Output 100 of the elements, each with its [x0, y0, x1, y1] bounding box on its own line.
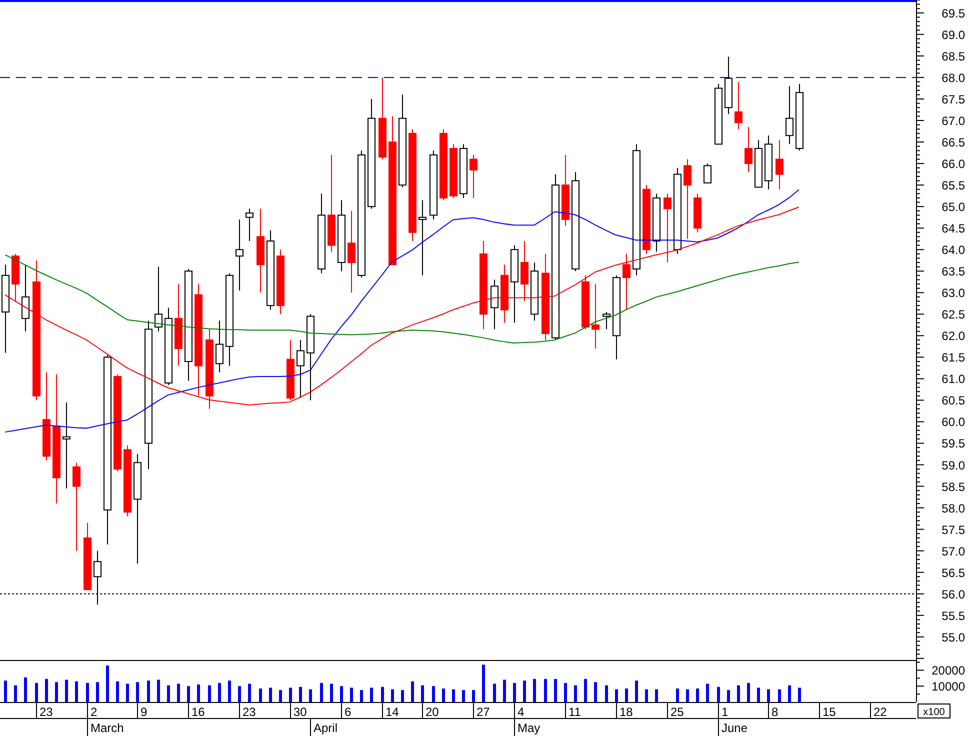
volume-bar	[269, 688, 272, 702]
volume-bar	[360, 690, 363, 702]
price-label: 61.0	[942, 372, 965, 386]
price-label: 68.5	[942, 49, 965, 64]
volume-bar	[218, 682, 221, 702]
candlestick	[450, 144, 458, 198]
candlestick	[704, 163, 712, 184]
candlestick	[276, 249, 284, 315]
price-label: 66.0	[942, 157, 965, 172]
volume-bar	[116, 681, 119, 702]
volume-bar	[320, 682, 323, 702]
volume-bar	[462, 690, 465, 702]
price-label: 61.5	[942, 350, 965, 365]
price-label: 64.5	[942, 222, 965, 236]
price-label: 65.0	[942, 200, 965, 214]
candlestick	[286, 339, 294, 401]
volume-bar	[167, 685, 170, 702]
volume-bar	[381, 686, 384, 702]
volume-label: 20000	[932, 664, 965, 678]
volume-bar	[676, 688, 679, 702]
volume-bar	[523, 680, 526, 702]
volume-bar	[86, 682, 89, 702]
volume-bar	[645, 689, 648, 702]
volume-bar	[778, 689, 781, 702]
candlestick	[764, 135, 772, 190]
volume-bar	[706, 684, 709, 702]
volume-bar	[45, 678, 48, 702]
candlestick	[734, 81, 742, 130]
candlestick	[642, 184, 650, 254]
month-label: April	[314, 721, 338, 735]
volume-bar	[177, 684, 180, 702]
price-label: 65.5	[942, 178, 965, 193]
volume-bar	[208, 685, 211, 702]
volume-bar	[472, 690, 475, 702]
volume-bar	[14, 685, 17, 702]
volume-bar	[584, 678, 587, 702]
volume-bar	[391, 689, 394, 702]
price-label: 64.0	[942, 243, 965, 258]
candlestick	[490, 279, 498, 330]
candlestick	[786, 86, 794, 145]
candlestick	[154, 266, 162, 332]
volume-bar	[238, 686, 241, 702]
date-label: 8	[772, 705, 778, 719]
volume-bar	[747, 682, 750, 702]
volume-bar	[432, 686, 435, 702]
candlestick	[754, 139, 762, 188]
candlestick	[246, 208, 254, 242]
candlestick	[94, 550, 102, 606]
candlestick	[602, 312, 610, 330]
volume-bar	[55, 682, 58, 702]
price-label: 63.5	[942, 264, 965, 279]
unit-label: x100	[918, 704, 950, 718]
volume-bar	[401, 690, 404, 702]
volume-bar	[289, 688, 292, 702]
volume-bar	[482, 664, 485, 702]
volume-bar	[309, 689, 312, 702]
volume-bar	[625, 688, 628, 702]
date-label: 2	[90, 705, 98, 719]
price-label: 55.5	[942, 608, 965, 623]
volume-bar	[564, 682, 567, 702]
candlestick	[776, 139, 784, 190]
date-label: 4	[518, 705, 524, 719]
candlestick	[430, 150, 438, 220]
price-label: 63.0	[942, 286, 965, 300]
candlestick	[714, 83, 722, 145]
volume-bar	[503, 680, 506, 702]
price-label: 67.0	[942, 114, 965, 128]
volume-bar	[554, 678, 557, 702]
volume-bar	[350, 688, 353, 702]
date-label: 14	[386, 705, 399, 719]
volume-bar	[96, 682, 99, 702]
volume-bar	[533, 678, 536, 702]
volume-bar	[197, 684, 200, 702]
candlestick	[296, 339, 304, 399]
date-label: 1	[722, 705, 728, 719]
date-label: 22	[874, 705, 887, 719]
volume-bar	[147, 680, 150, 702]
volume-bar	[106, 665, 109, 702]
volume-bar	[727, 690, 730, 702]
candlestick	[460, 144, 468, 198]
volume-bar	[35, 682, 38, 702]
price-label: 68.0	[942, 70, 965, 85]
volume-axis	[916, 661, 924, 702]
volume-bar	[767, 689, 770, 702]
date-label: 15	[822, 705, 836, 719]
price-label: 60.5	[942, 394, 965, 408]
volume-bar	[4, 680, 7, 702]
date-label: 6	[344, 705, 352, 719]
candlestick	[582, 274, 590, 330]
price-label: 59.0	[942, 458, 965, 472]
price-label: 60.0	[942, 415, 965, 430]
candlestick	[664, 193, 672, 263]
volume-bar	[493, 684, 496, 702]
date-label: 30	[294, 705, 307, 719]
volume-bar	[330, 684, 333, 702]
volume-bar	[452, 689, 455, 702]
volume-bar	[75, 681, 78, 702]
candlestick	[592, 284, 600, 350]
candlestick	[694, 193, 702, 233]
candlestick	[84, 522, 92, 590]
